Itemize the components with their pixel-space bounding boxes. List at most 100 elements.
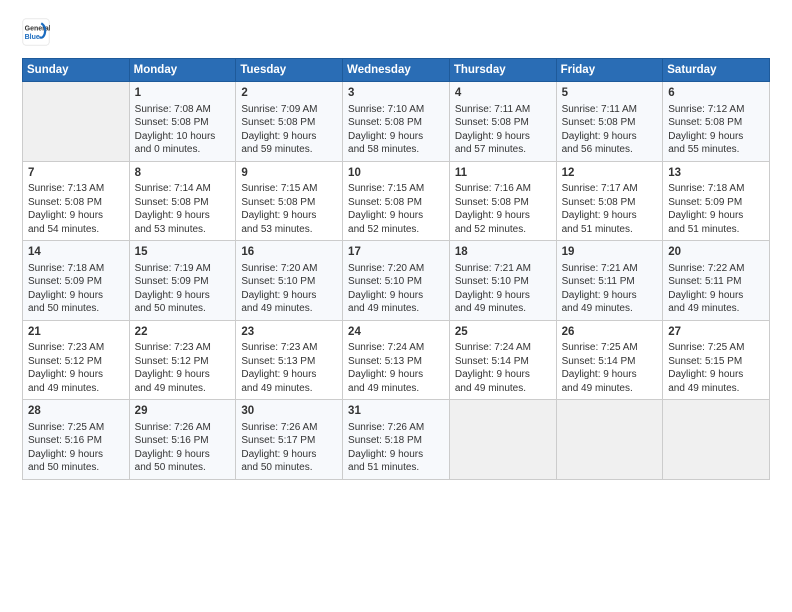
- day-info: Sunrise: 7:23 AM Sunset: 5:12 PM Dayligh…: [28, 341, 124, 395]
- calendar-cell: 9Sunrise: 7:15 AM Sunset: 5:08 PM Daylig…: [236, 161, 343, 241]
- calendar-cell: 1Sunrise: 7:08 AM Sunset: 5:08 PM Daylig…: [129, 82, 236, 162]
- day-info: Sunrise: 7:16 AM Sunset: 5:08 PM Dayligh…: [455, 182, 551, 236]
- calendar-cell: 15Sunrise: 7:19 AM Sunset: 5:09 PM Dayli…: [129, 241, 236, 321]
- weekday-header-wednesday: Wednesday: [343, 59, 450, 82]
- day-number: 23: [241, 325, 337, 341]
- day-info: Sunrise: 7:25 AM Sunset: 5:16 PM Dayligh…: [28, 421, 124, 475]
- day-info: Sunrise: 7:20 AM Sunset: 5:10 PM Dayligh…: [348, 262, 444, 316]
- calendar-cell: [556, 400, 663, 480]
- day-number: 29: [135, 404, 231, 420]
- header: General Blue: [22, 18, 770, 46]
- day-number: 3: [348, 86, 444, 102]
- day-number: 1: [135, 86, 231, 102]
- calendar-cell: 12Sunrise: 7:17 AM Sunset: 5:08 PM Dayli…: [556, 161, 663, 241]
- calendar-week-2: 7Sunrise: 7:13 AM Sunset: 5:08 PM Daylig…: [23, 161, 770, 241]
- calendar-cell: 10Sunrise: 7:15 AM Sunset: 5:08 PM Dayli…: [343, 161, 450, 241]
- calendar-cell: 25Sunrise: 7:24 AM Sunset: 5:14 PM Dayli…: [449, 320, 556, 400]
- calendar-cell: 22Sunrise: 7:23 AM Sunset: 5:12 PM Dayli…: [129, 320, 236, 400]
- day-info: Sunrise: 7:19 AM Sunset: 5:09 PM Dayligh…: [135, 262, 231, 316]
- day-info: Sunrise: 7:22 AM Sunset: 5:11 PM Dayligh…: [668, 262, 764, 316]
- weekday-header-thursday: Thursday: [449, 59, 556, 82]
- calendar-body: 1Sunrise: 7:08 AM Sunset: 5:08 PM Daylig…: [23, 82, 770, 480]
- day-info: Sunrise: 7:14 AM Sunset: 5:08 PM Dayligh…: [135, 182, 231, 236]
- calendar-cell: 24Sunrise: 7:24 AM Sunset: 5:13 PM Dayli…: [343, 320, 450, 400]
- day-info: Sunrise: 7:11 AM Sunset: 5:08 PM Dayligh…: [562, 103, 658, 157]
- day-info: Sunrise: 7:17 AM Sunset: 5:08 PM Dayligh…: [562, 182, 658, 236]
- day-number: 7: [28, 166, 124, 182]
- calendar: SundayMondayTuesdayWednesdayThursdayFrid…: [22, 58, 770, 480]
- weekday-header-row: SundayMondayTuesdayWednesdayThursdayFrid…: [23, 59, 770, 82]
- weekday-header-monday: Monday: [129, 59, 236, 82]
- calendar-cell: [449, 400, 556, 480]
- day-number: 18: [455, 245, 551, 261]
- day-number: 8: [135, 166, 231, 182]
- day-number: 25: [455, 325, 551, 341]
- calendar-cell: 31Sunrise: 7:26 AM Sunset: 5:18 PM Dayli…: [343, 400, 450, 480]
- day-number: 9: [241, 166, 337, 182]
- day-number: 2: [241, 86, 337, 102]
- day-info: Sunrise: 7:08 AM Sunset: 5:08 PM Dayligh…: [135, 103, 231, 157]
- svg-text:Blue: Blue: [25, 34, 40, 41]
- calendar-cell: 3Sunrise: 7:10 AM Sunset: 5:08 PM Daylig…: [343, 82, 450, 162]
- day-info: Sunrise: 7:21 AM Sunset: 5:11 PM Dayligh…: [562, 262, 658, 316]
- calendar-cell: [23, 82, 130, 162]
- day-info: Sunrise: 7:13 AM Sunset: 5:08 PM Dayligh…: [28, 182, 124, 236]
- calendar-week-1: 1Sunrise: 7:08 AM Sunset: 5:08 PM Daylig…: [23, 82, 770, 162]
- calendar-week-5: 28Sunrise: 7:25 AM Sunset: 5:16 PM Dayli…: [23, 400, 770, 480]
- day-info: Sunrise: 7:24 AM Sunset: 5:13 PM Dayligh…: [348, 341, 444, 395]
- day-number: 5: [562, 86, 658, 102]
- calendar-week-4: 21Sunrise: 7:23 AM Sunset: 5:12 PM Dayli…: [23, 320, 770, 400]
- calendar-cell: 4Sunrise: 7:11 AM Sunset: 5:08 PM Daylig…: [449, 82, 556, 162]
- weekday-header-saturday: Saturday: [663, 59, 770, 82]
- calendar-cell: 6Sunrise: 7:12 AM Sunset: 5:08 PM Daylig…: [663, 82, 770, 162]
- day-info: Sunrise: 7:18 AM Sunset: 5:09 PM Dayligh…: [668, 182, 764, 236]
- day-info: Sunrise: 7:23 AM Sunset: 5:13 PM Dayligh…: [241, 341, 337, 395]
- weekday-header-sunday: Sunday: [23, 59, 130, 82]
- day-info: Sunrise: 7:10 AM Sunset: 5:08 PM Dayligh…: [348, 103, 444, 157]
- weekday-header-tuesday: Tuesday: [236, 59, 343, 82]
- day-number: 15: [135, 245, 231, 261]
- calendar-week-3: 14Sunrise: 7:18 AM Sunset: 5:09 PM Dayli…: [23, 241, 770, 321]
- day-info: Sunrise: 7:12 AM Sunset: 5:08 PM Dayligh…: [668, 103, 764, 157]
- calendar-cell: 5Sunrise: 7:11 AM Sunset: 5:08 PM Daylig…: [556, 82, 663, 162]
- calendar-cell: 27Sunrise: 7:25 AM Sunset: 5:15 PM Dayli…: [663, 320, 770, 400]
- day-info: Sunrise: 7:25 AM Sunset: 5:14 PM Dayligh…: [562, 341, 658, 395]
- day-number: 17: [348, 245, 444, 261]
- calendar-cell: 8Sunrise: 7:14 AM Sunset: 5:08 PM Daylig…: [129, 161, 236, 241]
- calendar-cell: 2Sunrise: 7:09 AM Sunset: 5:08 PM Daylig…: [236, 82, 343, 162]
- day-info: Sunrise: 7:25 AM Sunset: 5:15 PM Dayligh…: [668, 341, 764, 395]
- day-number: 19: [562, 245, 658, 261]
- day-number: 21: [28, 325, 124, 341]
- day-number: 27: [668, 325, 764, 341]
- calendar-cell: 20Sunrise: 7:22 AM Sunset: 5:11 PM Dayli…: [663, 241, 770, 321]
- day-number: 6: [668, 86, 764, 102]
- day-info: Sunrise: 7:20 AM Sunset: 5:10 PM Dayligh…: [241, 262, 337, 316]
- day-number: 24: [348, 325, 444, 341]
- calendar-cell: 23Sunrise: 7:23 AM Sunset: 5:13 PM Dayli…: [236, 320, 343, 400]
- calendar-cell: 17Sunrise: 7:20 AM Sunset: 5:10 PM Dayli…: [343, 241, 450, 321]
- day-number: 14: [28, 245, 124, 261]
- day-number: 11: [455, 166, 551, 182]
- logo: General Blue: [22, 18, 54, 46]
- calendar-cell: 30Sunrise: 7:26 AM Sunset: 5:17 PM Dayli…: [236, 400, 343, 480]
- day-info: Sunrise: 7:18 AM Sunset: 5:09 PM Dayligh…: [28, 262, 124, 316]
- day-info: Sunrise: 7:26 AM Sunset: 5:18 PM Dayligh…: [348, 421, 444, 475]
- day-info: Sunrise: 7:23 AM Sunset: 5:12 PM Dayligh…: [135, 341, 231, 395]
- calendar-cell: 28Sunrise: 7:25 AM Sunset: 5:16 PM Dayli…: [23, 400, 130, 480]
- day-number: 30: [241, 404, 337, 420]
- day-info: Sunrise: 7:09 AM Sunset: 5:08 PM Dayligh…: [241, 103, 337, 157]
- day-info: Sunrise: 7:26 AM Sunset: 5:16 PM Dayligh…: [135, 421, 231, 475]
- calendar-cell: 16Sunrise: 7:20 AM Sunset: 5:10 PM Dayli…: [236, 241, 343, 321]
- calendar-cell: 26Sunrise: 7:25 AM Sunset: 5:14 PM Dayli…: [556, 320, 663, 400]
- day-number: 13: [668, 166, 764, 182]
- day-info: Sunrise: 7:21 AM Sunset: 5:10 PM Dayligh…: [455, 262, 551, 316]
- day-info: Sunrise: 7:15 AM Sunset: 5:08 PM Dayligh…: [241, 182, 337, 236]
- day-number: 10: [348, 166, 444, 182]
- day-info: Sunrise: 7:26 AM Sunset: 5:17 PM Dayligh…: [241, 421, 337, 475]
- day-number: 20: [668, 245, 764, 261]
- day-number: 4: [455, 86, 551, 102]
- day-info: Sunrise: 7:24 AM Sunset: 5:14 PM Dayligh…: [455, 341, 551, 395]
- calendar-cell: 7Sunrise: 7:13 AM Sunset: 5:08 PM Daylig…: [23, 161, 130, 241]
- day-number: 16: [241, 245, 337, 261]
- calendar-cell: 29Sunrise: 7:26 AM Sunset: 5:16 PM Dayli…: [129, 400, 236, 480]
